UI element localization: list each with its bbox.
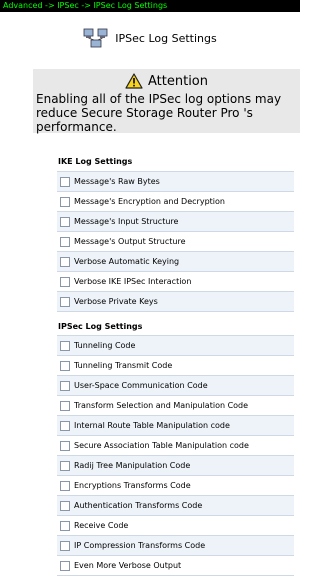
option-label: Message's Output Structure (74, 237, 186, 246)
ipsec-log-option[interactable]: Even More Verbose Output (57, 556, 294, 576)
ipsec-log-option[interactable]: Tunneling Code (57, 336, 294, 356)
ike-log-list: Message's Raw Bytes Message's Encryption … (57, 171, 294, 312)
option-label: Authentication Transforms Code (74, 501, 203, 510)
page-header: IPSec Log Settings (0, 26, 300, 50)
ipsec-log-option[interactable]: Internal Route Table Manipulation code (57, 416, 294, 436)
option-label: Encryptions Transforms Code (74, 481, 191, 490)
option-label: Receive Code (74, 521, 129, 530)
checkbox[interactable] (60, 340, 70, 351)
checkbox[interactable] (60, 500, 70, 511)
checkbox[interactable] (60, 440, 70, 451)
option-label: IP Compression Transforms Code (74, 541, 206, 550)
option-label: Radij Tree Manipulation Code (74, 461, 191, 470)
ike-log-option[interactable]: Message's Output Structure (57, 232, 294, 252)
attention-title: Attention (148, 73, 208, 89)
checkbox[interactable] (60, 196, 70, 207)
ipsec-log-option[interactable]: Encryptions Transforms Code (57, 476, 294, 496)
option-label: Message's Encryption and Decryption (74, 197, 225, 206)
ipsec-log-option[interactable]: Receive Code (57, 516, 294, 536)
ipsec-section-title: IPSec Log Settings (58, 322, 143, 331)
ipsec-log-list: Tunneling Code Tunneling Transmit Code Use… (57, 335, 294, 576)
ipsec-log-option[interactable]: Secure Association Table Manipulation co… (57, 436, 294, 456)
option-label: Message's Raw Bytes (74, 177, 160, 186)
ike-section-title: IKE Log Settings (58, 157, 133, 166)
option-label: Verbose Private Keys (74, 297, 158, 306)
ike-log-option[interactable]: Verbose Automatic Keying (57, 252, 294, 272)
checkbox[interactable] (60, 400, 70, 411)
checkbox[interactable] (60, 296, 70, 307)
ike-log-option[interactable]: Message's Raw Bytes (57, 172, 294, 192)
option-label: User-Space Communication Code (74, 381, 208, 390)
attention-message: Enabling all of the IPSec log options ma… (36, 92, 282, 134)
ike-log-option[interactable]: Message's Encryption and Decryption (57, 192, 294, 212)
ipsec-log-option[interactable]: Radij Tree Manipulation Code (57, 456, 294, 476)
checkbox[interactable] (60, 480, 70, 491)
checkbox[interactable] (60, 420, 70, 431)
checkbox[interactable] (60, 360, 70, 371)
checkbox[interactable] (60, 520, 70, 531)
ike-log-option[interactable]: Verbose Private Keys (57, 292, 294, 312)
network-computers-icon (83, 28, 108, 48)
ike-log-option[interactable]: Verbose IKE IPSec Interaction (57, 272, 294, 292)
checkbox[interactable] (60, 560, 70, 571)
page-title: IPSec Log Settings (115, 31, 217, 45)
checkbox[interactable] (60, 380, 70, 391)
ipsec-log-option[interactable]: IP Compression Transforms Code (57, 536, 294, 556)
attention-header: Attention (33, 71, 300, 91)
checkbox[interactable] (60, 176, 70, 187)
checkbox[interactable] (60, 256, 70, 267)
option-label: Message's Input Structure (74, 217, 179, 226)
checkbox[interactable] (60, 216, 70, 227)
ipsec-log-option[interactable]: Tunneling Transmit Code (57, 356, 294, 376)
option-label: Even More Verbose Output (74, 561, 182, 570)
attention-box: Attention Enabling all of the IPSec log … (33, 69, 300, 134)
breadcrumb: Advanced -> IPSec -> IPSec Log Settings (0, 0, 300, 12)
checkbox[interactable] (60, 540, 70, 551)
warning-triangle-icon (125, 73, 143, 89)
ipsec-log-option[interactable]: Authentication Transforms Code (57, 496, 294, 516)
ipsec-log-option[interactable]: User-Space Communication Code (57, 376, 294, 396)
checkbox[interactable] (60, 236, 70, 247)
ike-log-option[interactable]: Message's Input Structure (57, 212, 294, 232)
option-label: Secure Association Table Manipulation co… (74, 441, 249, 450)
option-label: Verbose IKE IPSec Interaction (74, 277, 192, 286)
option-label: Internal Route Table Manipulation code (74, 421, 230, 430)
checkbox[interactable] (60, 460, 70, 471)
option-label: Transform Selection and Manipulation Cod… (74, 401, 249, 410)
ipsec-log-option[interactable]: Transform Selection and Manipulation Cod… (57, 396, 294, 416)
option-label: Tunneling Code (74, 341, 136, 350)
option-label: Tunneling Transmit Code (74, 361, 173, 370)
option-label: Verbose Automatic Keying (74, 257, 180, 266)
checkbox[interactable] (60, 276, 70, 287)
